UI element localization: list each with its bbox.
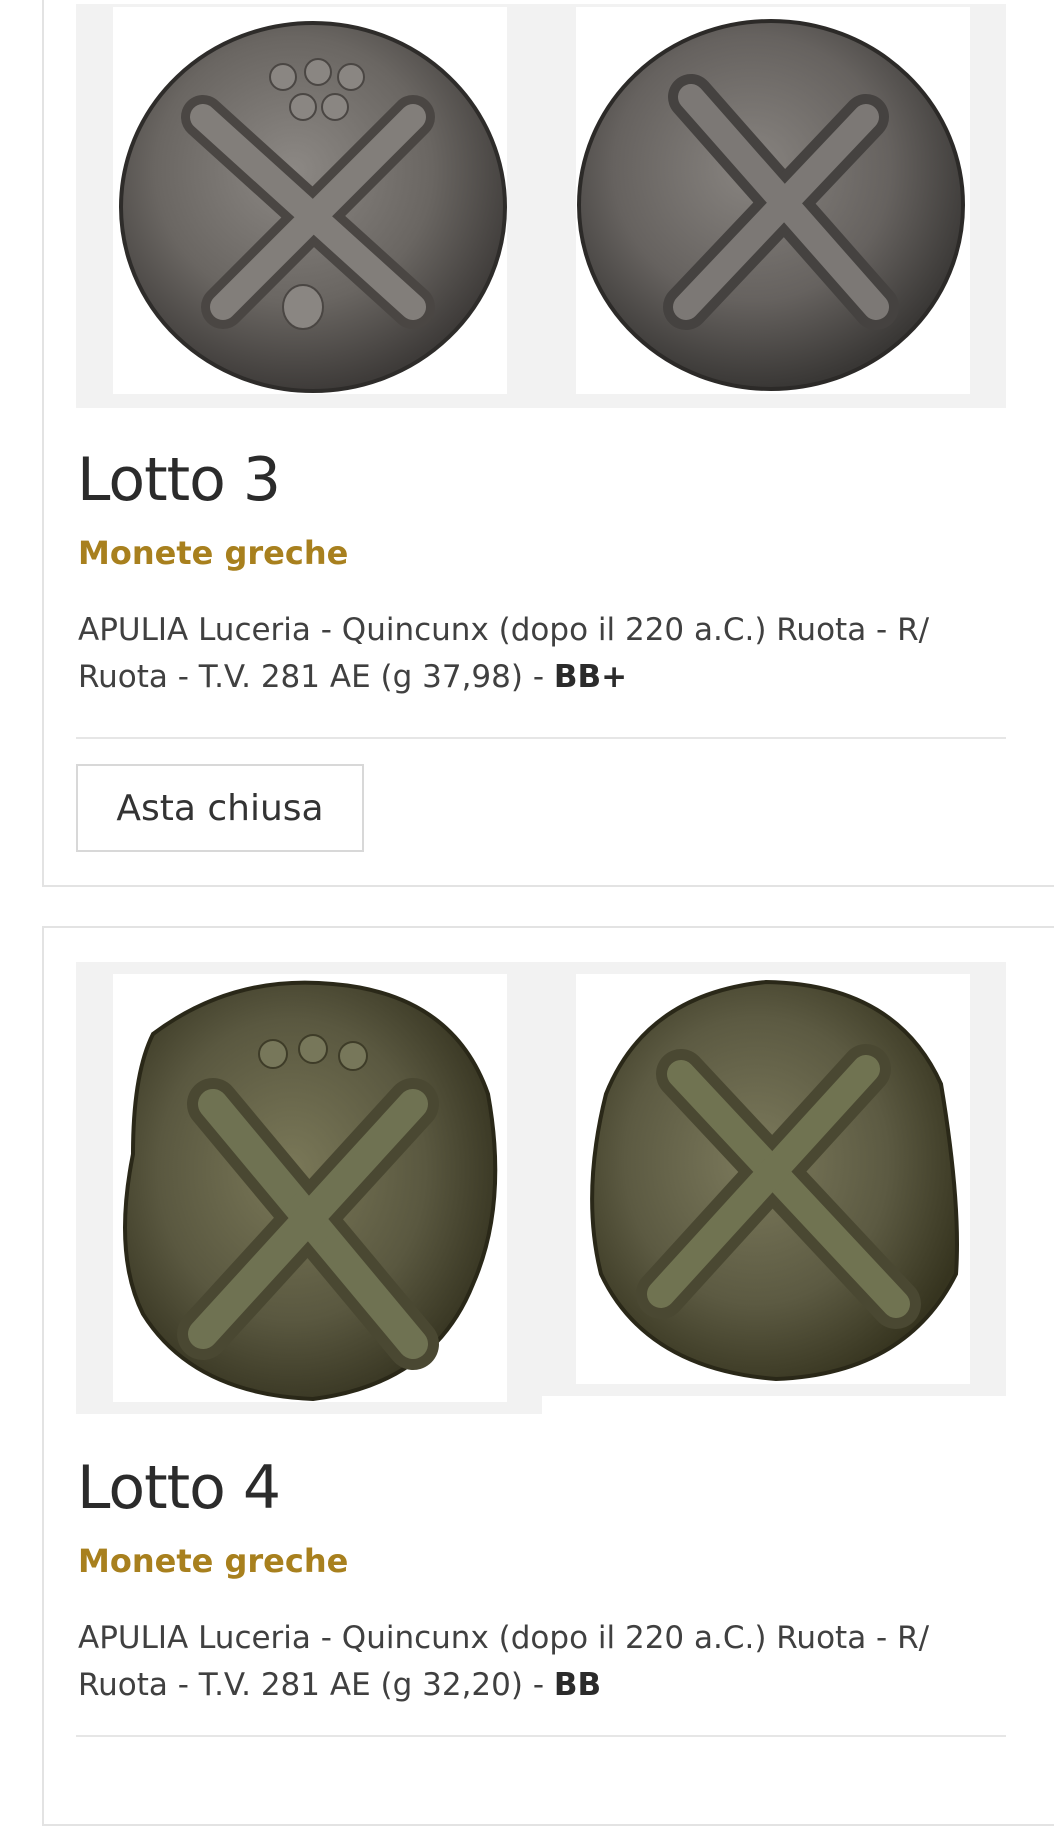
lot-description-text: APULIA Luceria - Quincunx (dopo il 220 a… xyxy=(78,1620,930,1703)
divider xyxy=(76,1735,1006,1737)
lot-images xyxy=(76,962,1006,1414)
lot-category[interactable]: Monete greche xyxy=(78,1542,348,1580)
lot-title[interactable]: Lotto 4 xyxy=(77,1458,281,1518)
lot-card-4[interactable]: Lotto 4 Monete greche APULIA Luceria - Q… xyxy=(42,926,1054,1826)
lot-description-text: APULIA Luceria - Quincunx (dopo il 220 a… xyxy=(78,612,930,695)
lot-grade: BB xyxy=(553,1667,602,1703)
lot-description: APULIA Luceria - Quincunx (dopo il 220 a… xyxy=(78,607,978,701)
coin-reverse-image[interactable] xyxy=(576,7,970,394)
coin-obverse-image[interactable] xyxy=(113,7,507,394)
lot-category[interactable]: Monete greche xyxy=(78,534,348,572)
image-gap xyxy=(542,1396,1006,1414)
coin-obverse-image[interactable] xyxy=(113,974,507,1402)
lot-grade: BB+ xyxy=(553,659,628,695)
lot-description: APULIA Luceria - Quincunx (dopo il 220 a… xyxy=(78,1615,978,1709)
coin-reverse-image[interactable] xyxy=(576,974,970,1384)
lot-card-3[interactable]: Lotto 3 Monete greche APULIA Luceria - Q… xyxy=(42,0,1054,887)
auction-closed-button[interactable]: Asta chiusa xyxy=(76,764,364,852)
lot-title[interactable]: Lotto 3 xyxy=(77,450,281,510)
lot-images xyxy=(76,4,1006,408)
divider xyxy=(76,737,1006,739)
